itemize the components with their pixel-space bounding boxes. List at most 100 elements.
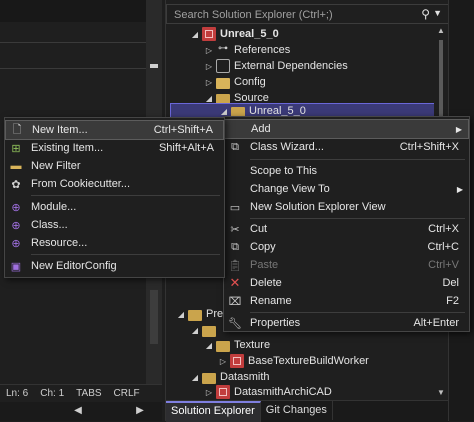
- new-view-icon: ▭: [229, 201, 241, 214]
- delete-icon: ✕: [229, 275, 241, 290]
- menu-item-from-cookiecutter[interactable]: ✿ From Cookiecutter...: [5, 174, 224, 194]
- indent-mode[interactable]: TABS: [70, 388, 107, 399]
- scroll-left-icon[interactable]: ◀: [72, 405, 84, 417]
- tree-item-texture[interactable]: ◢ Texture: [204, 337, 270, 353]
- tree-item-label: Pre: [206, 308, 224, 320]
- menu-item-scope-to-this[interactable]: Scope to This: [224, 161, 469, 181]
- menu-separator: [250, 159, 465, 160]
- tree-item-config[interactable]: ▷ Config: [204, 74, 266, 90]
- menu-item-copy[interactable]: ⧉ Copy Ctrl+C: [224, 237, 469, 257]
- scroll-right-icon[interactable]: ▶: [134, 405, 146, 417]
- editor-divider: [0, 68, 162, 69]
- new-filter-icon: ▬: [10, 160, 22, 172]
- view-icon: [224, 179, 246, 199]
- expand-icon[interactable]: ▷: [204, 62, 214, 71]
- collapse-icon[interactable]: ◢: [190, 30, 200, 39]
- collapse-icon[interactable]: ◢: [176, 310, 186, 319]
- folder-open-icon: [202, 325, 216, 337]
- menu-item-change-view-to[interactable]: Change View To ▶: [224, 179, 469, 199]
- expand-icon[interactable]: ▷: [218, 357, 228, 366]
- collapse-icon[interactable]: ◢: [190, 326, 200, 335]
- tree-item-label: Datasmith: [220, 371, 270, 383]
- search-icon[interactable]: ⚲: [421, 7, 430, 21]
- menu-item-new-solution-explorer-view[interactable]: ▭ New Solution Explorer View: [224, 197, 469, 217]
- menu-item-module[interactable]: ⊕ Module...: [5, 197, 224, 217]
- menu-item-add[interactable]: Add ▶: [224, 119, 469, 139]
- tree-item-base-texture-build-worker[interactable]: ▷ BaseTextureBuildWorker: [218, 353, 369, 369]
- tree-item-references[interactable]: ▷ ⊶ References: [204, 42, 290, 58]
- menu-separator: [31, 254, 220, 255]
- tree-item-label: Unreal_5_0: [220, 28, 279, 40]
- class-wizard-icon: ⧉: [231, 140, 239, 153]
- tree-item-project[interactable]: ◢ Unreal_5_0: [190, 26, 279, 42]
- tree-item-label: References: [234, 44, 291, 56]
- expand-icon[interactable]: ▷: [204, 46, 214, 55]
- menu-item-properties[interactable]: 🔧︎ Properties Alt+Enter: [224, 313, 469, 333]
- expand-icon[interactable]: ▷: [204, 78, 214, 87]
- menu-item-rename[interactable]: ⌧ Rename F2: [224, 291, 469, 311]
- editor-horizontal-scrollbar[interactable]: ◀ ▶: [0, 402, 162, 421]
- scissors-icon: ✂: [230, 223, 240, 236]
- menu-item-new-item[interactable]: 🗋︎ New Item... Ctrl+Shift+A: [5, 120, 224, 140]
- wrench-icon: 🔧︎: [228, 317, 242, 330]
- menu-item-cut[interactable]: ✂ Cut Ctrl+X: [224, 219, 469, 239]
- solution-explorer-tab-strip: Solution Explorer Git Changes: [166, 400, 449, 422]
- tree-item-label: Texture: [234, 339, 271, 351]
- menu-item-new-editorconfig[interactable]: ▣ New EditorConfig: [5, 256, 224, 276]
- paste-icon: 📋︎: [228, 259, 242, 272]
- scrollbar-thumb[interactable]: [150, 290, 158, 344]
- editor-divider: [0, 42, 162, 43]
- references-icon: ⊶: [218, 43, 228, 54]
- menu-item-paste[interactable]: 📋︎ Paste Ctrl+V: [224, 255, 469, 275]
- tree-item-label: BaseTextureBuildWorker: [248, 355, 369, 367]
- editorconfig-icon: ▣: [10, 260, 22, 273]
- class-icon: ⊕: [11, 219, 21, 232]
- tree-item-external-dependencies[interactable]: ▷ External Dependencies: [204, 58, 348, 74]
- collapse-icon[interactable]: ◢: [204, 94, 214, 103]
- folder-icon: [216, 77, 230, 89]
- tree-item-datasmith[interactable]: ◢ Datasmith: [190, 369, 270, 385]
- resource-icon: ⊕: [11, 237, 21, 250]
- tree-item-label: External Dependencies: [234, 60, 348, 72]
- chevron-right-icon: ▶: [456, 184, 463, 194]
- add-icon: [225, 119, 247, 139]
- menu-item-resource[interactable]: ⊕ Resource...: [5, 233, 224, 253]
- project-icon: [216, 385, 230, 399]
- line-ending[interactable]: CRLF: [108, 388, 146, 399]
- menu-separator: [31, 195, 220, 196]
- chevron-down-icon[interactable]: ▼: [433, 8, 442, 18]
- menu-item-delete[interactable]: ✕ Delete Del: [224, 273, 469, 293]
- context-menu: Add ▶ ⧉ Class Wizard... Ctrl+Shift+X Sco…: [223, 116, 470, 332]
- project-icon: [202, 27, 216, 41]
- tree-item-pre[interactable]: ◢ Pre: [176, 306, 223, 322]
- solution-explorer-search[interactable]: Search Solution Explorer (Ctrl+;) ⚲ ▼: [166, 4, 449, 24]
- collapse-icon[interactable]: ◢: [190, 373, 200, 382]
- tab-git-changes[interactable]: Git Changes: [261, 401, 333, 420]
- scroll-down-icon[interactable]: ▼: [436, 388, 446, 397]
- menu-item-existing-item[interactable]: ⊞ Existing Item... Shift+Alt+A: [5, 138, 224, 158]
- existing-item-icon: ⊞: [11, 142, 21, 155]
- editor-status-bar: Ln: 6 Ch: 1 TABS CRLF: [0, 384, 162, 401]
- rename-icon: ⌧: [228, 295, 242, 308]
- folder-open-icon: [202, 372, 216, 384]
- folder-open-icon: [216, 340, 230, 352]
- tree-item-partial[interactable]: ◢: [190, 322, 220, 338]
- folder-open-icon: [188, 309, 202, 321]
- chevron-right-icon: ▶: [455, 124, 462, 134]
- project-icon: [230, 354, 244, 368]
- menu-item-new-filter[interactable]: ▬ New Filter: [5, 156, 224, 176]
- cookiecutter-icon: ✿: [11, 178, 21, 191]
- menu-item-class-wizard[interactable]: ⧉ Class Wizard... Ctrl+Shift+X: [224, 137, 469, 157]
- tree-item-label: Config: [234, 76, 266, 88]
- collapse-icon[interactable]: ◢: [219, 107, 229, 116]
- module-icon: ⊕: [11, 201, 21, 214]
- dependencies-icon: [216, 59, 230, 73]
- tree-item-datasmith-archicad[interactable]: ▷ DatasmithArchiCAD: [204, 384, 332, 400]
- search-placeholder: Search Solution Explorer (Ctrl+;): [174, 9, 333, 21]
- column-indicator: Ch: 1: [40, 387, 65, 399]
- expand-icon[interactable]: ▷: [204, 388, 214, 397]
- tab-solution-explorer[interactable]: Solution Explorer: [166, 401, 261, 422]
- collapse-icon[interactable]: ◢: [204, 341, 214, 350]
- menu-item-class[interactable]: ⊕ Class...: [5, 215, 224, 235]
- scroll-up-icon[interactable]: ▲: [436, 26, 446, 35]
